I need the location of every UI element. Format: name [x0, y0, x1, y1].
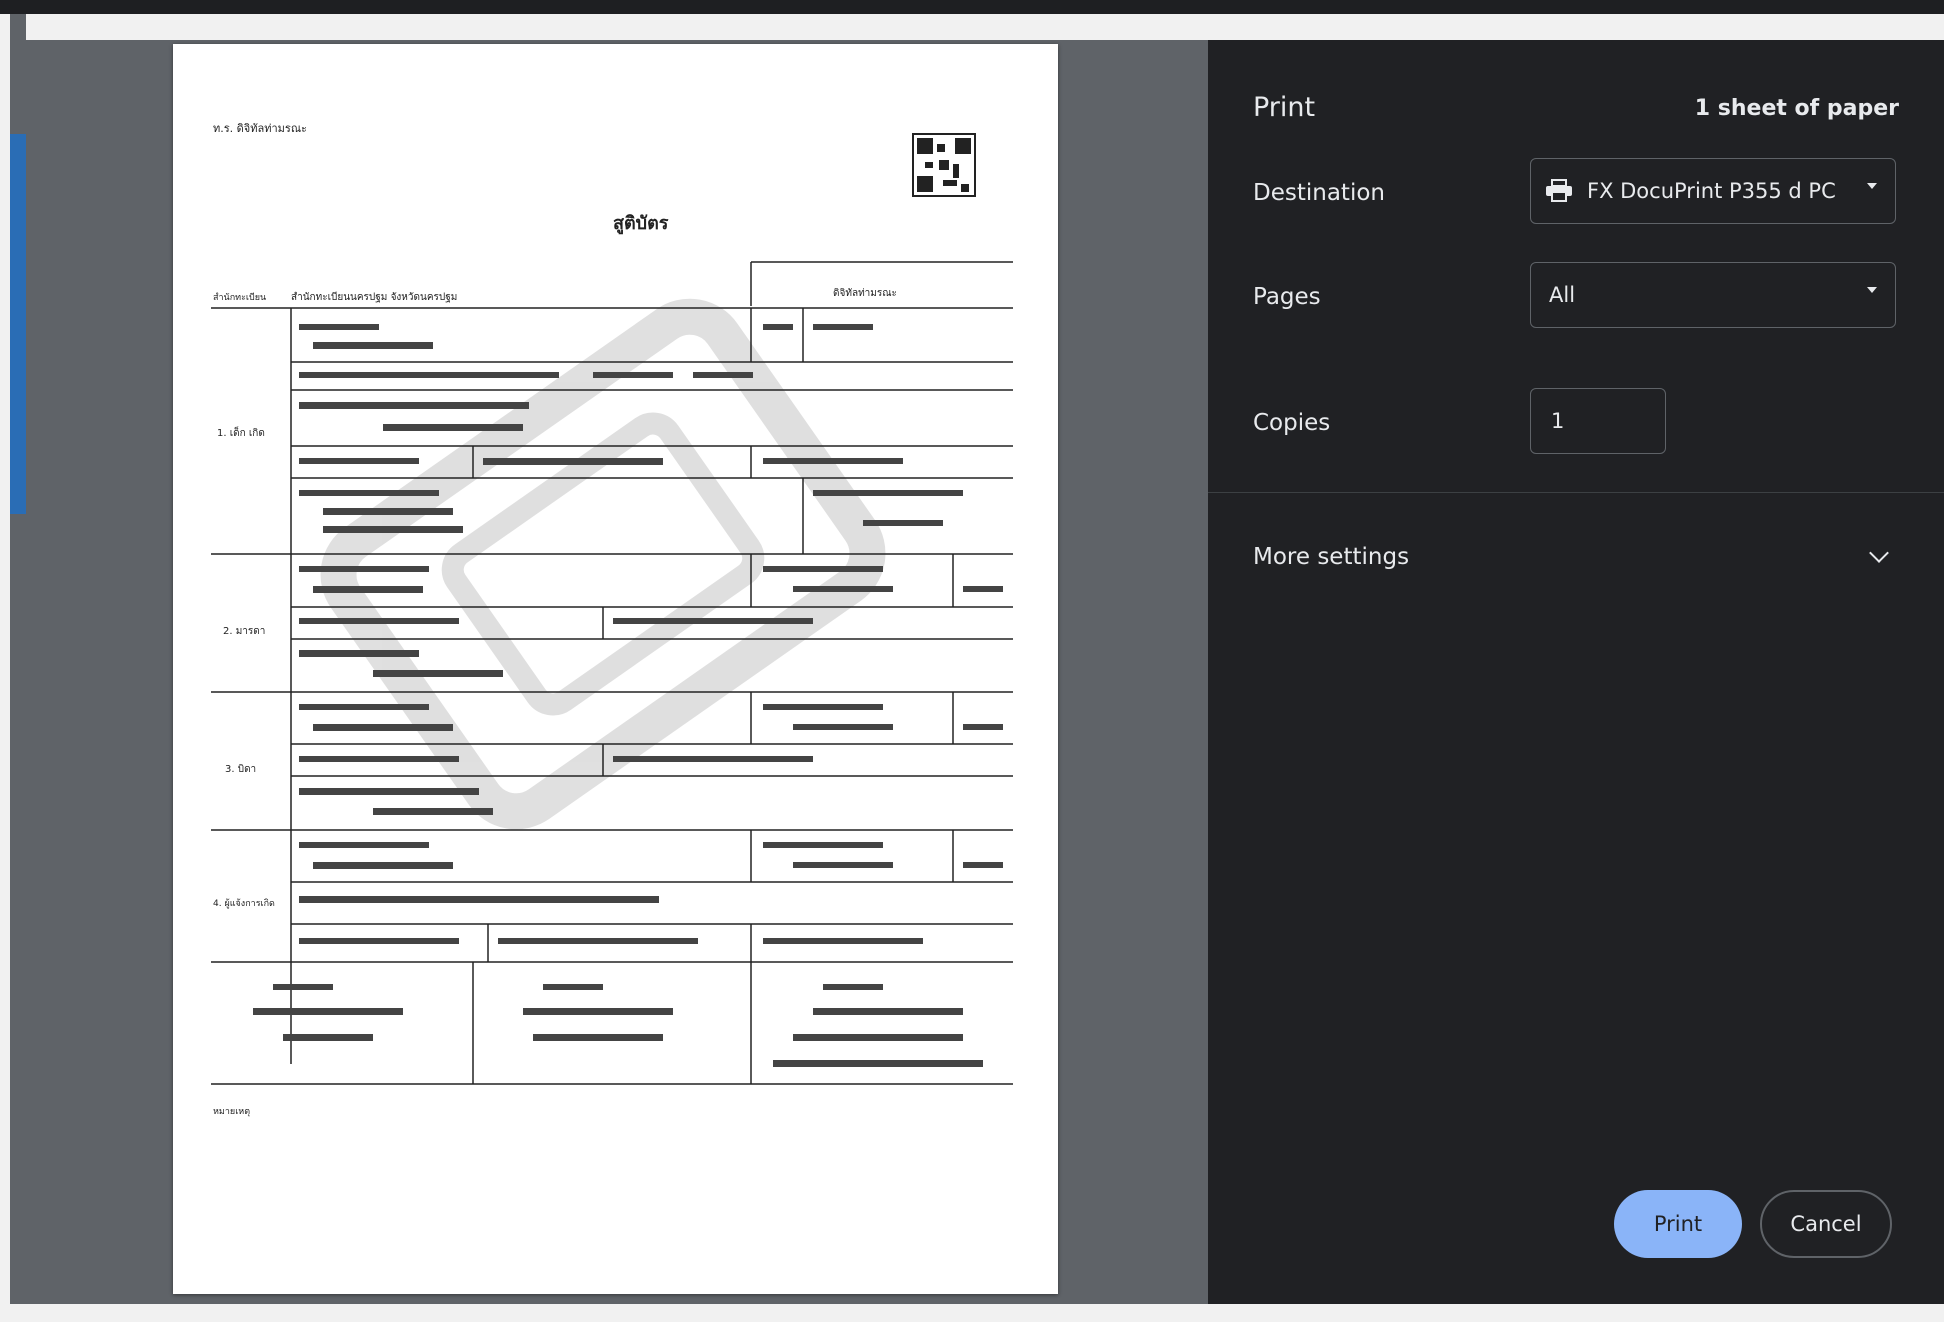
- destination-value: FX DocuPrint P355 d PC: [1587, 179, 1836, 203]
- bottom-edge: [0, 1304, 1944, 1322]
- printer-icon: [1546, 179, 1572, 202]
- destination-select[interactable]: FX DocuPrint P355 d PC: [1530, 158, 1896, 224]
- window-title-bar: [0, 0, 1944, 14]
- print-settings-panel: Print 1 sheet of paper Destination FX Do…: [1208, 40, 1944, 1304]
- qr-code: [912, 133, 976, 197]
- chevron-down-icon[interactable]: [1869, 543, 1889, 563]
- panel-title: Print: [1253, 92, 1316, 123]
- pages-label: Pages: [1253, 284, 1321, 310]
- section-2-label: 2. มารดา: [223, 626, 265, 637]
- print-button[interactable]: Print: [1614, 1190, 1742, 1258]
- document-preview: ท.ร. ดิจิทัลท่ามรณะ สูติบัตร ดิจิทัลท่าม…: [211, 122, 1013, 1117]
- chevron-down-icon: [1867, 287, 1877, 293]
- destination-label: Destination: [1253, 180, 1385, 206]
- copies-label: Copies: [1253, 410, 1331, 436]
- copies-input[interactable]: [1530, 388, 1666, 454]
- panel-divider: [1208, 492, 1944, 493]
- document-footer-label: หมายเหตุ: [213, 1107, 250, 1117]
- more-settings-toggle[interactable]: More settings: [1253, 544, 1409, 570]
- office-header-text: ดิจิทัลท่ามรณะ: [833, 288, 897, 299]
- preview-page: ท.ร. ดิจิทัลท่ามรณะ สูติบัตร ดิจิทัลท่าม…: [173, 44, 1058, 1294]
- section-3-label: 3. บิดา: [225, 764, 256, 775]
- form-table: [211, 307, 1013, 1085]
- sheet-count: 1 sheet of paper: [1694, 96, 1899, 121]
- office-label: สำนักทะเบียน: [213, 292, 266, 303]
- cancel-button[interactable]: Cancel: [1760, 1190, 1892, 1258]
- document-title: สูติบัตร: [613, 213, 669, 235]
- chevron-down-icon: [1867, 183, 1877, 189]
- section-4-label: 4. ผู้แจ้งการเกิด: [213, 898, 275, 909]
- office-value: สำนักทะเบียนนครปฐม จังหวัดนครปฐม: [291, 291, 457, 303]
- pages-select[interactable]: All: [1530, 262, 1896, 328]
- section-1-label: 1. เด็ก เกิด: [217, 425, 265, 439]
- print-preview-area[interactable]: ท.ร. ดิจิทัลท่ามรณะ สูติบัตร ดิจิทัลท่าม…: [26, 40, 1208, 1304]
- background-window-accent: [10, 134, 26, 514]
- background-window-edge: [10, 14, 26, 1304]
- document-header-text: ท.ร. ดิจิทัลท่ามรณะ: [213, 122, 307, 135]
- pages-value: All: [1549, 283, 1576, 307]
